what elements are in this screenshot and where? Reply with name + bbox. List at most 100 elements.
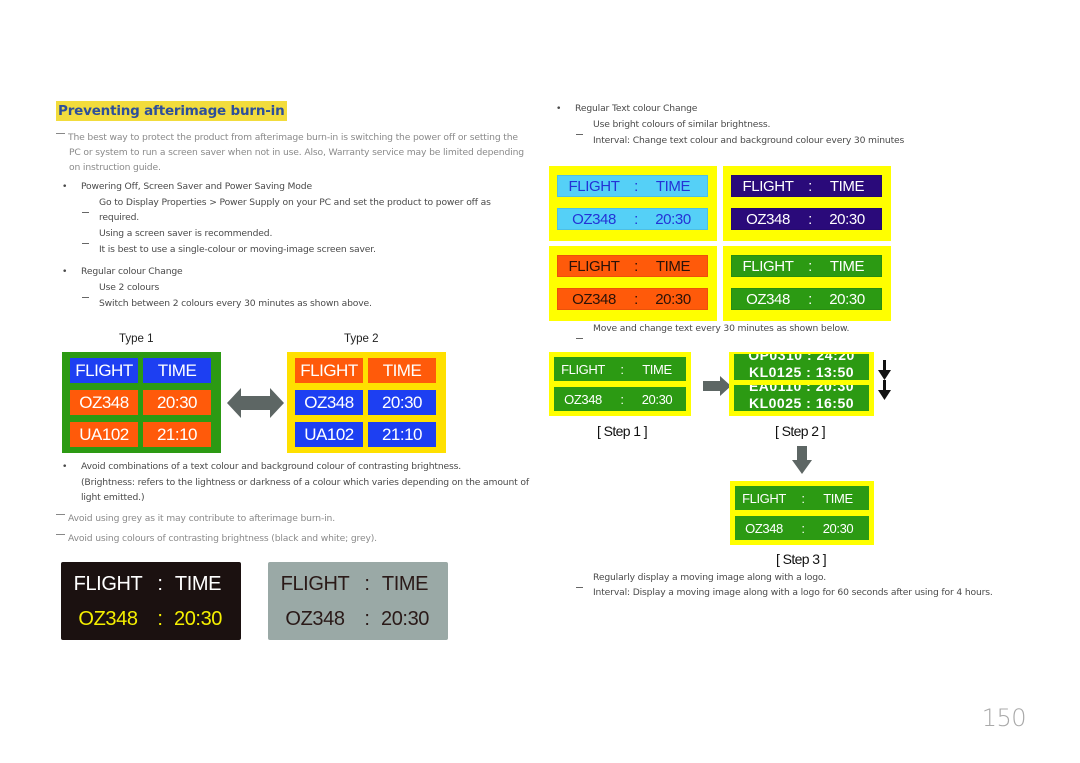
colour-board-green: FLIGHT: TIME OZ348:20:30 [723, 246, 891, 321]
bar-left: FLIGHT [742, 490, 786, 506]
contrast-board-dark: FLIGHT: TIME OZ348:20:30 [61, 562, 241, 640]
board-cell: OZ348 [70, 390, 138, 415]
dash-icon [82, 242, 89, 245]
arrow-right-icon [703, 376, 731, 396]
bar-sep: : [801, 490, 805, 506]
bullet-regular-colour: Regular colour Change [81, 266, 183, 277]
step-bar: OP0310 : 24:20 KL0125 : 13:50 [734, 354, 869, 380]
colour-board-purple: FLIGHT: TIME OZ348:20:30 [723, 166, 891, 241]
row-sep: : [364, 607, 370, 630]
arrow-down-icon [878, 380, 891, 400]
board-bar: FLIGHT: TIME [557, 175, 708, 197]
detail-line: light emitted.) [81, 492, 145, 503]
intro-note-line: PC or system to run a screen saver when … [69, 147, 524, 158]
row-right: TIME [381, 572, 429, 595]
bar-left: OZ348 [746, 210, 790, 228]
scroll-line: KL0025 : 16:50 [748, 395, 855, 411]
board-cell: TIME [143, 358, 211, 383]
row-sep: : [157, 572, 163, 595]
bar-right: TIME [642, 361, 672, 377]
step-bar: EA0110 : 20:30 KL0025 : 16:50 [734, 385, 869, 411]
scroll-line: OP0310 : 24:20 [748, 354, 855, 363]
board-cell: 21:10 [368, 422, 436, 447]
type1-board: FLIGHT TIME OZ348 20:30 UA102 21:10 [62, 352, 221, 453]
bar-sep: : [808, 257, 812, 275]
board-bar: OZ348:20:30 [731, 208, 882, 230]
row-right: TIME [174, 572, 222, 595]
sub-interval-colour: Interval: Change text colour and backgro… [593, 135, 905, 146]
row-sep: : [157, 607, 163, 630]
board-cell: OZ348 [295, 390, 363, 415]
bar-right: TIME [829, 177, 865, 195]
board-cell: FLIGHT [295, 358, 363, 383]
board-cell: FLIGHT [70, 358, 138, 383]
sub-screen-saver: Using a screen saver is recommended. [99, 228, 273, 239]
arrow-down-icon [878, 360, 891, 380]
dash-icon [576, 586, 583, 589]
bar-sep: : [801, 520, 805, 536]
board-bar: OZ348:20:30 [731, 288, 882, 310]
bullet-marker: • [62, 461, 68, 472]
bar-left: FLIGHT [568, 177, 620, 195]
bar-sep: : [808, 290, 812, 308]
step3-label: [ Step 3 ] [776, 551, 827, 567]
row-right: 20:30 [173, 607, 223, 630]
detail-line: (Brightness: refers to the lightness or … [81, 477, 529, 488]
bar-right: TIME [829, 257, 865, 275]
intro-note: The best way to protect the product from… [56, 130, 524, 175]
board-bar: OZ348:20:30 [557, 208, 708, 230]
intro-note-line: on instruction guide. [69, 162, 161, 173]
bar-left: OZ348 [572, 210, 616, 228]
board-bar: FLIGHT: TIME [731, 255, 882, 277]
note-icon [56, 534, 65, 535]
step-bar: FLIGHT: TIME [735, 486, 869, 510]
note-avoid-grey: Avoid using grey as it may contribute to… [56, 511, 335, 526]
bar-left: OZ348 [572, 290, 616, 308]
dash-icon [576, 133, 583, 136]
bar-sep: : [620, 391, 624, 407]
row-right: 20:30 [380, 607, 430, 630]
page-number: 150 [981, 704, 1027, 732]
bar-right: 20:30 [655, 290, 691, 308]
bar-sep: : [634, 257, 638, 275]
bar-sep: : [620, 361, 624, 377]
sub-line: required. [99, 212, 140, 223]
bar-right: TIME [655, 257, 691, 275]
bar-left: FLIGHT [742, 177, 794, 195]
sub-use-2-colours: Use 2 colours [99, 282, 160, 293]
bar-sep: : [634, 177, 638, 195]
sub-moving-image-interval: Interval: Display a moving image along w… [593, 587, 993, 598]
double-arrow-icon [227, 388, 284, 418]
bar-right: TIME [823, 490, 853, 506]
bullet-marker: • [62, 181, 68, 192]
step1-label: [ Step 1 ] [597, 423, 648, 439]
sub-move-text: Move and change text every 30 minutes as… [593, 323, 850, 334]
board-bar: FLIGHT: TIME [731, 175, 882, 197]
scroll-line: EA0110 : 20:30 [748, 385, 855, 394]
bar-right: 20:30 [641, 391, 673, 407]
board-bar: OZ348:20:30 [557, 288, 708, 310]
board-row: OZ348:20:30 [268, 606, 448, 632]
dash-icon [82, 296, 89, 299]
colour-board-cyan: FLIGHT: TIME OZ348:20:30 [549, 166, 717, 241]
sub-line: Go to Display Properties > Power Supply … [99, 197, 491, 208]
bar-right: 20:30 [829, 210, 865, 228]
contrast-board-grey: FLIGHT: TIME OZ348:20:30 [268, 562, 448, 640]
bar-right: TIME [655, 177, 691, 195]
bar-left: FLIGHT [568, 257, 620, 275]
sub-switch-colours: Switch between 2 colours every 30 minute… [99, 298, 372, 309]
bullet-text-colour: Regular Text colour Change [575, 103, 698, 114]
step2-label: [ Step 2 ] [775, 423, 826, 439]
bar-left: OZ348 [746, 290, 790, 308]
board-row: FLIGHT: TIME [268, 571, 448, 597]
bar-left: FLIGHT [561, 361, 605, 377]
section-title: Preventing afterimage burn-in [56, 101, 287, 121]
note-icon [56, 514, 65, 515]
step-bar: FLIGHT: TIME [554, 357, 686, 381]
bullet-marker: • [62, 266, 68, 277]
bar-left: OZ348 [745, 520, 783, 536]
bar-right: 20:30 [655, 210, 691, 228]
sub-bright-colours: Use bright colours of similar brightness… [593, 119, 771, 130]
bar-sep: : [808, 210, 812, 228]
board-cell: TIME [368, 358, 436, 383]
